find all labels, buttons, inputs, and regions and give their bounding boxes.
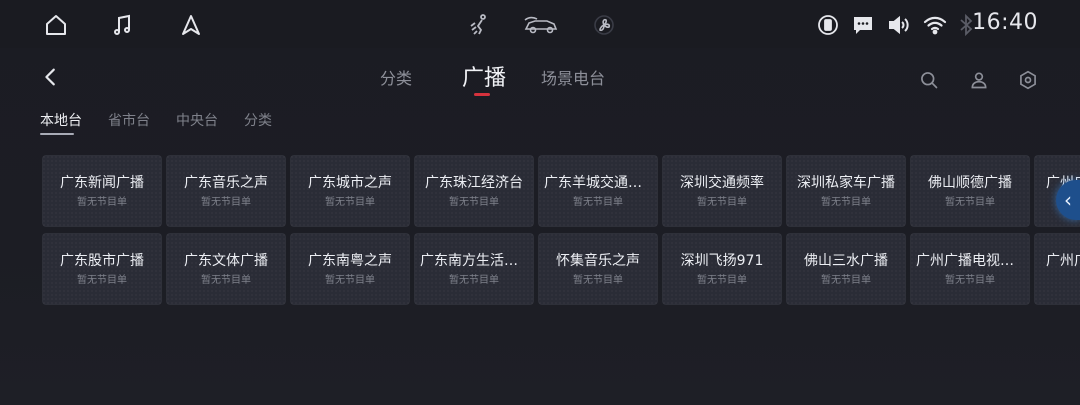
station-name: 广东股市广播 [60,253,144,269]
station-program: 暂无节目单 [573,275,623,286]
station-name: 广东城市之声 [308,175,392,191]
station-card[interactable]: 广东城市之声暂无节目单 [290,155,410,227]
music-icon[interactable] [110,12,136,38]
settings-button[interactable] [1017,69,1039,91]
subtab-central[interactable]: 中央台 [176,110,218,130]
station-card[interactable]: 深圳交通频率暂无节目单 [662,155,782,227]
station-program: 暂无节目单 [201,275,251,286]
station-program: 暂无节目单 [449,197,499,208]
tab-scene-radio[interactable]: 场景电台 [541,65,605,89]
station-program: 暂无节目单 [697,275,747,286]
station-card[interactable]: 广州广 [1034,233,1080,305]
wireless-charge-icon [815,12,841,38]
station-grid: 广东新闻广播暂无节目单 广东音乐之声暂无节目单 广东城市之声暂无节目单 广东珠江… [42,155,1080,307]
station-program: 暂无节目单 [697,197,747,208]
station-program: 暂无节目单 [325,275,375,286]
user-button[interactable] [968,69,990,91]
search-button[interactable] [918,69,940,91]
station-card[interactable]: 广东音乐之声暂无节目单 [166,155,286,227]
station-name: 广东音乐之声 [184,175,268,191]
subtab-provincial[interactable]: 省市台 [108,110,150,130]
station-program: 暂无节目单 [945,275,995,286]
station-card[interactable]: 佛山三水广播暂无节目单 [786,233,906,305]
station-card[interactable]: 广东股市广播暂无节目单 [42,233,162,305]
subtab-local[interactable]: 本地台 [40,110,82,130]
climate-icon[interactable] [466,12,492,38]
station-program: 暂无节目单 [201,197,251,208]
tab-broadcast[interactable]: 广播 [462,60,506,92]
home-icon[interactable] [43,12,69,38]
station-program: 暂无节目单 [945,197,995,208]
station-name: 深圳交通频率 [680,175,764,191]
volume-icon[interactable] [886,12,912,38]
car-icon[interactable] [522,12,560,38]
station-name: 广东珠江经济台 [425,175,523,191]
status-bar: 16:40 [0,0,1080,48]
station-name: 佛山三水广播 [804,253,888,269]
station-card[interactable]: 广东文体广播暂无节目单 [166,233,286,305]
settings-icon [1020,70,1036,90]
fan-icon[interactable] [591,12,617,38]
station-card[interactable]: 深圳飞扬971 暂无节目单 [662,233,782,305]
message-icon[interactable] [850,12,876,38]
station-card[interactable]: 广东南方生活广… 暂无节目单 [414,233,534,305]
station-program: 暂无节目单 [449,275,499,286]
station-card[interactable]: 广州广播电视台… 暂无节目单 [910,233,1030,305]
subtab-indicator [40,133,74,135]
chevron-left-icon: ‹ [1064,188,1072,212]
station-program: 暂无节目单 [77,275,127,286]
station-program: 暂无节目单 [77,197,127,208]
station-program: 暂无节目单 [821,197,871,208]
station-name: 怀集音乐之声 [556,253,640,269]
station-name: 广州广播电视台… [916,253,1024,269]
station-name: 广东南粤之声 [308,253,392,269]
navigation-icon[interactable] [178,12,204,38]
station-card[interactable]: 广东南粤之声暂无节目单 [290,233,410,305]
station-card[interactable]: 广东新闻广播暂无节目单 [42,155,162,227]
station-program: 暂无节目单 [821,275,871,286]
station-program: 暂无节目单 [573,197,623,208]
station-name: 广东羊城交通广… [544,175,652,191]
station-program: 暂无节目单 [325,197,375,208]
status-time: 16:40 [972,10,1038,35]
station-name: 佛山顺德广播 [928,175,1012,191]
station-name: 深圳私家车广播 [797,175,895,191]
wifi-icon [922,12,948,38]
station-card[interactable]: 怀集音乐之声暂无节目单 [538,233,658,305]
user-icon [971,72,987,89]
station-card[interactable]: 广东珠江经济台暂无节目单 [414,155,534,227]
station-name: 广州广 [1046,253,1080,269]
station-name: 广东文体广播 [184,253,268,269]
station-card[interactable]: 深圳私家车广播暂无节目单 [786,155,906,227]
station-name: 广东南方生活广… [420,253,528,269]
subtab-category[interactable]: 分类 [244,110,272,130]
station-card[interactable]: 佛山顺德广播暂无节目单 [910,155,1030,227]
station-card[interactable]: 广东羊城交通广… 暂无节目单 [538,155,658,227]
active-tab-indicator [474,93,490,96]
search-icon [921,72,938,89]
station-name: 深圳飞扬971 [680,253,764,269]
station-name: 广东新闻广播 [60,175,144,191]
tab-category[interactable]: 分类 [380,65,412,89]
radio-app: 16:40 分类 广播 场景电台 本地台 省市台 中央台 分类 广东新闻广播暂无… [0,0,1080,405]
